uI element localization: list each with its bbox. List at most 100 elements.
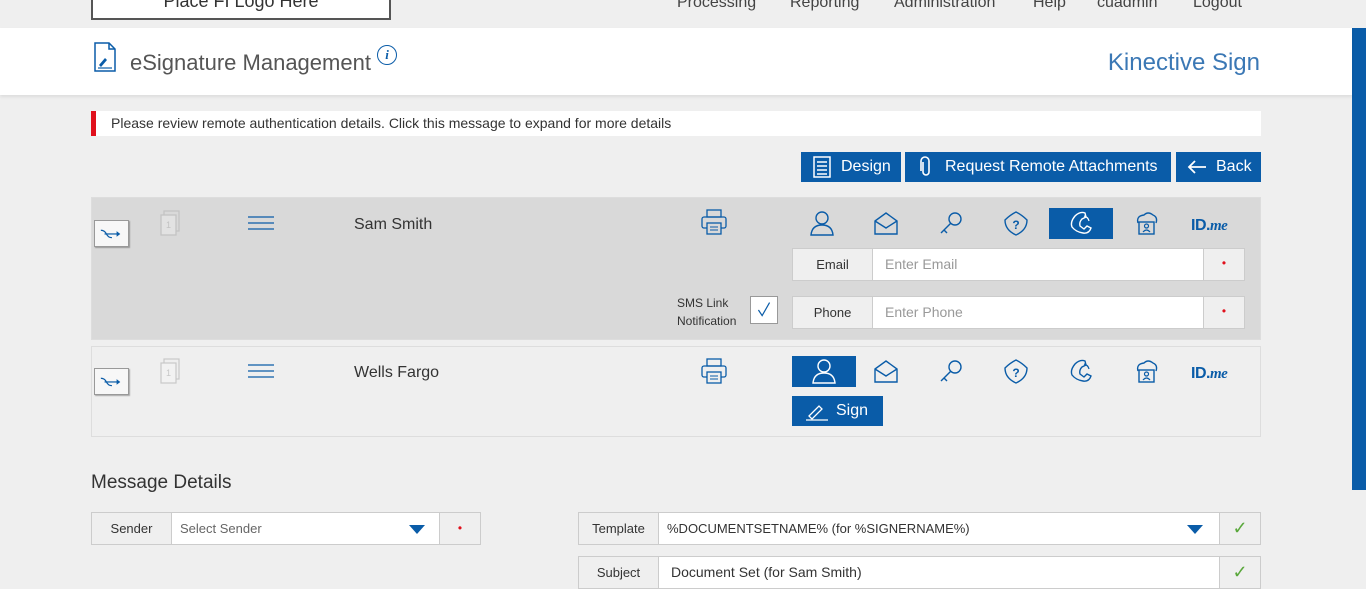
message-details-title: Message Details <box>91 472 232 493</box>
valid-check-icon: ✓ <box>1219 512 1261 545</box>
required-indicator: • <box>439 512 481 545</box>
logo-placeholder: Place FI Logo Here <box>91 0 391 20</box>
cloud-id-icon <box>1136 360 1158 383</box>
key-auth-button[interactable] <box>919 208 983 239</box>
key-icon <box>940 360 962 382</box>
template-value: %DOCUMENTSETNAME% (for %SIGNERNAME%) <box>667 521 970 536</box>
signer-row: 1 Sam Smith ? ID.me Email Enter Email • … <box>91 197 1261 340</box>
sender-placeholder: Select Sender <box>180 521 262 536</box>
user-icon <box>812 359 836 384</box>
top-navigation: Place FI Logo Here Processing Reporting … <box>0 0 1352 28</box>
document-count-icon: 1 <box>160 358 180 384</box>
key-auth-button[interactable] <box>919 356 983 387</box>
nav-administration[interactable]: Administration <box>894 0 995 12</box>
design-button[interactable]: Design <box>801 152 901 182</box>
route-button[interactable] <box>94 220 129 247</box>
key-icon <box>940 212 962 234</box>
printer-icon[interactable] <box>700 357 728 385</box>
in-person-auth-button[interactable] <box>790 208 854 239</box>
phone-auth-button[interactable] <box>1049 208 1113 239</box>
idme-logo-me: me <box>1209 218 1228 234</box>
security-question-auth-button[interactable]: ? <box>984 356 1048 387</box>
cloud-id-auth-button[interactable] <box>1114 208 1178 239</box>
signer-name: Wells Fargo <box>354 364 440 381</box>
phone-field-row: Phone Enter Phone • <box>792 296 1246 329</box>
page-header: eSignature Management i Kinective Sign <box>0 28 1352 95</box>
template-select[interactable]: %DOCUMENTSETNAME% (for %SIGNERNAME%) <box>658 512 1220 545</box>
request-remote-label: Request Remote Attachments <box>945 158 1158 175</box>
signature-document-icon <box>94 42 116 72</box>
drag-handle-icon[interactable] <box>248 215 274 231</box>
checkmark-icon <box>757 302 771 317</box>
nav-reporting[interactable]: Reporting <box>790 0 859 12</box>
user-icon <box>810 211 834 236</box>
sender-label: Sender <box>91 512 172 545</box>
nav-help[interactable]: Help <box>1033 0 1066 12</box>
route-arrow-icon <box>100 229 121 239</box>
drag-handle-icon[interactable] <box>248 363 274 379</box>
sign-button[interactable]: Sign <box>792 396 883 426</box>
svg-text:?: ? <box>1012 218 1019 232</box>
in-person-auth-button[interactable] <box>792 356 856 387</box>
sms-label-line1: SMS Link <box>677 296 729 310</box>
signer-name: Sam Smith <box>354 216 433 233</box>
request-remote-attachments-button[interactable]: Request Remote Attachments <box>905 152 1171 182</box>
form-list-icon <box>813 156 831 178</box>
signer-row: 1 Wells Fargo ? ID.me Sign <box>91 346 1261 437</box>
idme-logo-me: me <box>1209 366 1228 382</box>
arrow-left-icon <box>1187 160 1206 174</box>
required-indicator: • <box>1203 248 1245 281</box>
sign-label: Sign <box>836 402 869 419</box>
phone-auth-button[interactable] <box>1049 356 1113 387</box>
sms-label-line2: Notification <box>677 314 737 328</box>
page-title: eSignature Management <box>130 50 371 75</box>
scrollbar[interactable] <box>1352 28 1366 490</box>
nav-processing[interactable]: Processing <box>677 0 756 12</box>
subject-input[interactable]: Document Set (for Sam Smith) <box>658 556 1220 589</box>
auth-alert-message[interactable]: Please review remote authentication deta… <box>91 111 1261 136</box>
design-label: Design <box>841 158 891 175</box>
nav-user[interactable]: cuadmin <box>1097 0 1157 12</box>
document-count-icon: 1 <box>160 210 180 236</box>
sms-link-notification-label: SMS Link Notification <box>677 294 736 330</box>
svg-text:?: ? <box>1012 366 1019 380</box>
sender-select[interactable]: Select Sender <box>171 512 440 545</box>
pen-signature-icon <box>806 405 828 421</box>
phone-label: Phone <box>792 296 873 329</box>
back-label: Back <box>1216 158 1252 175</box>
email-label: Email <box>792 248 873 281</box>
required-indicator: • <box>1203 296 1245 329</box>
chevron-down-icon <box>1187 525 1203 534</box>
security-question-auth-button[interactable]: ? <box>984 208 1048 239</box>
phone-input[interactable]: Enter Phone <box>872 296 1204 329</box>
security-question-icon: ? <box>1004 211 1028 236</box>
idme-logo-id: ID. <box>1191 217 1210 234</box>
email-input[interactable]: Enter Email <box>872 248 1204 281</box>
info-icon[interactable]: i <box>377 45 397 65</box>
cloud-id-auth-button[interactable] <box>1114 356 1178 387</box>
template-label: Template <box>578 512 659 545</box>
email-icon <box>874 212 898 235</box>
email-auth-button[interactable] <box>854 356 918 387</box>
security-question-icon: ? <box>1004 359 1028 384</box>
route-button[interactable] <box>94 368 129 395</box>
document-count: 1 <box>166 220 171 230</box>
subject-label: Subject <box>578 556 659 589</box>
idme-auth-button[interactable]: ID.me <box>1191 365 1228 383</box>
cloud-id-icon <box>1136 212 1158 235</box>
document-count: 1 <box>166 368 171 378</box>
brand-name: Kinective Sign <box>1107 49 1260 76</box>
idme-auth-button[interactable]: ID.me <box>1191 217 1228 235</box>
phone-icon <box>1070 211 1092 234</box>
nav-logout[interactable]: Logout <box>1193 0 1242 12</box>
valid-check-icon: ✓ <box>1219 556 1261 589</box>
printer-icon[interactable] <box>700 208 728 236</box>
paperclip-icon <box>920 156 930 176</box>
back-button[interactable]: Back <box>1176 152 1261 182</box>
route-arrow-icon <box>100 377 121 387</box>
sms-link-notification-checkbox[interactable] <box>750 296 778 324</box>
email-field-row: Email Enter Email • <box>792 248 1246 281</box>
email-auth-button[interactable] <box>854 208 918 239</box>
phone-icon <box>1070 359 1092 382</box>
idme-logo-id: ID. <box>1191 365 1210 382</box>
